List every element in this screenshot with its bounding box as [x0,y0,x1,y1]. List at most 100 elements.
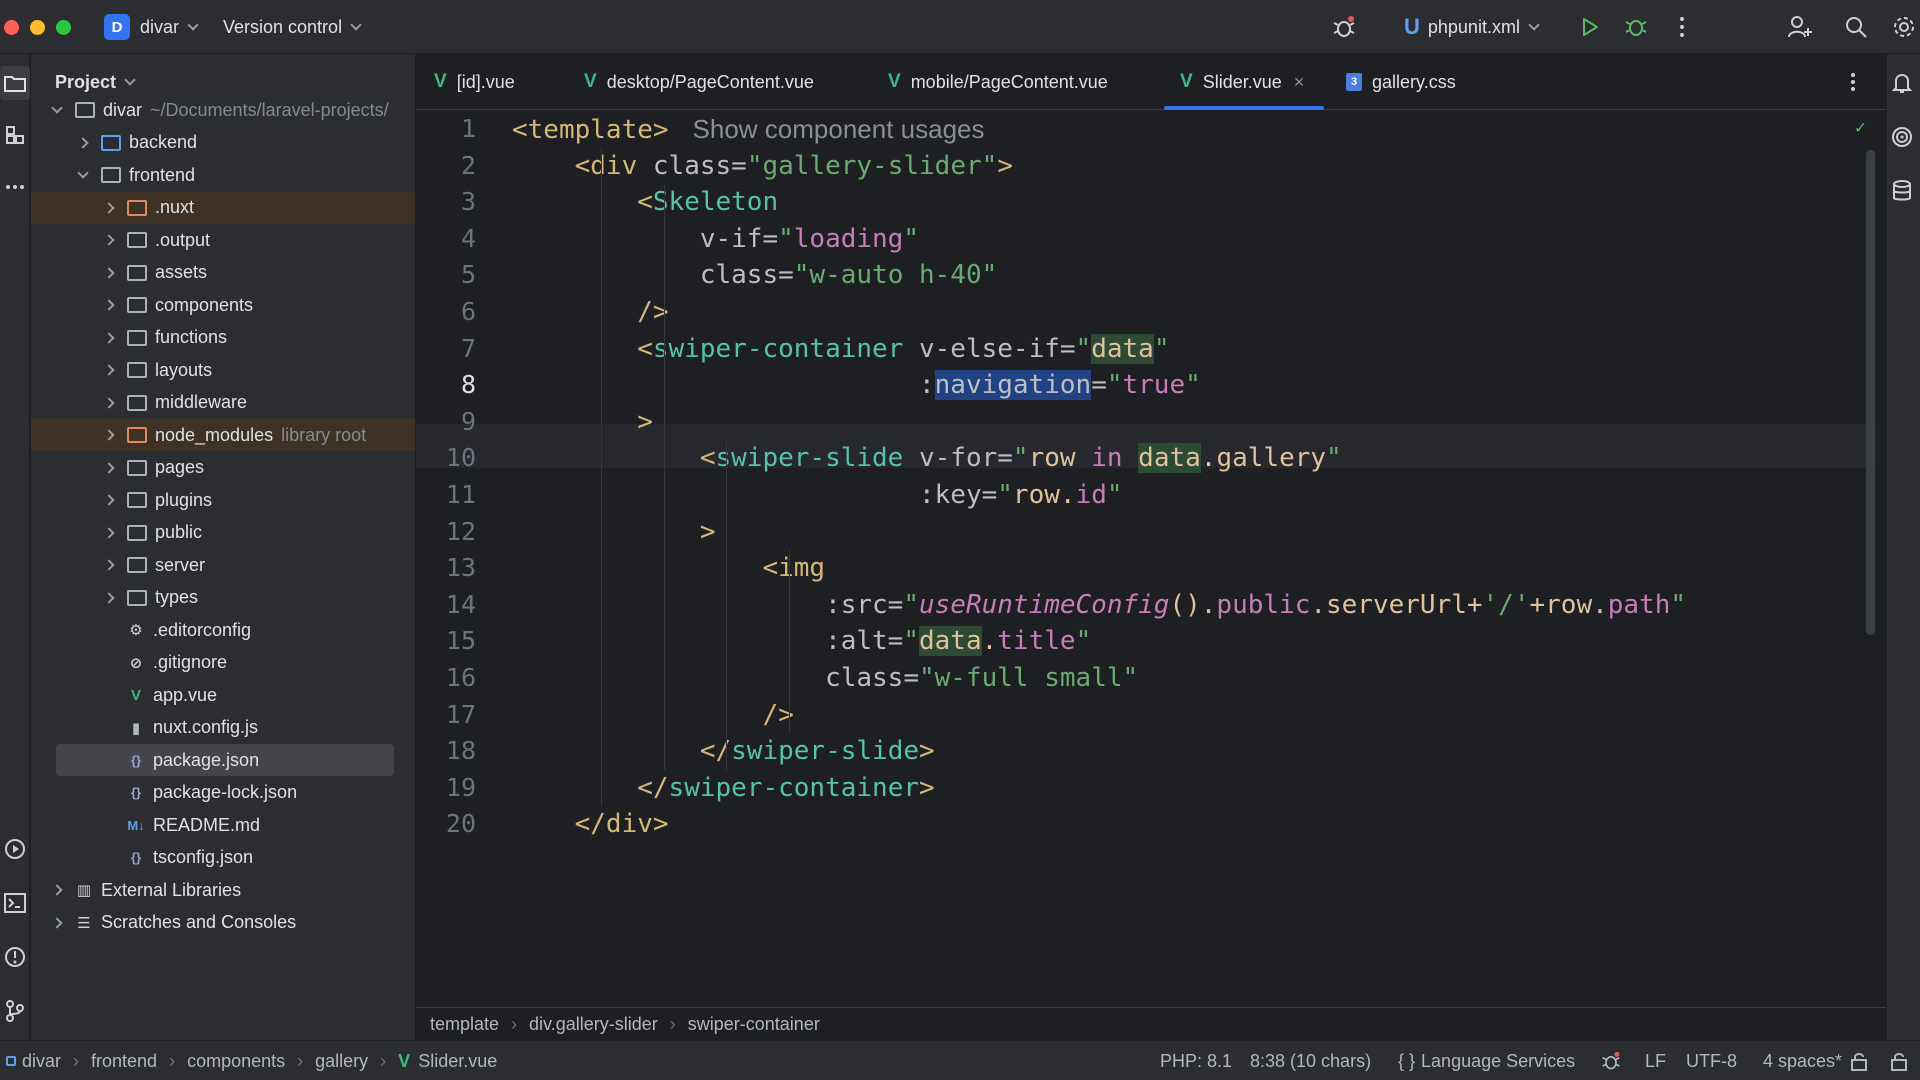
chevron-down-icon[interactable] [51,102,63,114]
tree-item[interactable]: ▥ External Libraries [31,874,415,906]
chevron-right-icon[interactable] [103,526,115,539]
close-window-button[interactable] [4,20,19,35]
project-switcher[interactable]: D divar [104,0,199,54]
status-bug-icon[interactable] [1601,1041,1621,1080]
tree-item[interactable]: functions [31,322,415,354]
run-tool-icon[interactable] [0,832,30,866]
code-line[interactable]: :alt="data.title" [512,623,1091,660]
settings-gear-icon[interactable] [1890,13,1918,41]
code-line[interactable]: :key="row.id" [512,477,1123,514]
project-tool-folder-icon[interactable] [0,66,30,100]
tree-item[interactable]: divar ~/Documents/laravel-projects/ [31,94,415,126]
tree-item[interactable]: .output [31,224,415,256]
language-services[interactable]: { } Language Services [1398,1041,1575,1080]
tree-item[interactable]: {} tsconfig.json [31,842,415,874]
project-panel-header[interactable]: Project [55,68,136,96]
git-branch-icon[interactable] [0,994,30,1028]
structure-icon[interactable] [0,118,30,152]
tree-item[interactable]: ⚙ .editorconfig [31,614,415,646]
chevron-right-icon[interactable] [103,299,115,311]
tree-item[interactable]: plugins [31,484,415,516]
tree-item[interactable]: components [31,289,415,321]
tree-item[interactable]: ⊘ .gitignore [31,647,415,679]
tree-item[interactable]: pages [31,452,415,484]
code-line[interactable]: v-if="loading" [512,221,919,258]
code-line[interactable]: > [512,404,653,441]
tree-item[interactable]: ☰ Scratches and Consoles [31,907,415,939]
chevron-right-icon[interactable] [103,559,115,571]
code-line[interactable]: <swiper-slide v-for="row in data.gallery… [512,440,1342,477]
nav-gallery[interactable]: gallery [315,1051,368,1072]
tree-item[interactable]: assets [31,257,415,289]
code-line[interactable]: /> [512,294,668,331]
tree-item[interactable]: ▮ nuxt.config.js [31,712,415,744]
more-vertical-icon[interactable] [1668,13,1696,41]
nav-components[interactable]: components [187,1051,285,1072]
tree-item[interactable]: types [31,582,415,614]
indent-setting[interactable]: 4 spaces* [1763,1041,1842,1080]
close-tab-icon[interactable]: × [1294,72,1305,93]
nav-frontend[interactable]: frontend [91,1051,157,1072]
status-unlock-icon[interactable] [1850,1041,1868,1080]
nav-divar[interactable]: divar [22,1051,61,1072]
tab-gallery-css[interactable]: 3 gallery.css [1346,54,1456,110]
more-tools-icon[interactable] [0,170,30,204]
chevron-right-icon[interactable] [103,201,115,214]
tab-id-vue[interactable]: V [id].vue [434,54,515,110]
chevron-right-icon[interactable] [51,884,63,896]
code-line[interactable]: <div class="gallery-slider"> [512,148,1013,185]
run-icon[interactable] [1576,13,1604,41]
notifications-bell-icon[interactable] [1887,66,1917,100]
add-user-icon[interactable] [1786,13,1814,41]
chevron-right-icon[interactable] [51,916,63,929]
tree-item[interactable]: server [31,549,415,581]
code-line[interactable]: <template> Show component usages [512,111,985,149]
chevron-right-icon[interactable] [77,136,89,149]
tree-item[interactable]: Vapp.vue [31,679,415,711]
breadcrumb-swiper-container[interactable]: swiper-container [688,1014,820,1035]
zoom-window-button[interactable] [56,20,71,35]
vcs-menu[interactable]: Version control [223,0,362,54]
chevron-down-icon[interactable] [77,167,89,179]
code-line[interactable]: :navigation="true" [512,367,1201,404]
breadcrumb-div-gallery-slider[interactable]: div.gallery-slider [529,1014,658,1035]
chevron-right-icon[interactable] [103,234,115,246]
php-version[interactable]: PHP: 8.1 [1160,1041,1232,1080]
component-usages-hint[interactable]: Show component usages [693,114,985,144]
terminal-icon[interactable] [0,886,30,920]
tree-item[interactable]: frontend [31,159,415,191]
bug-alert-icon[interactable] [1330,13,1358,41]
tree-item[interactable]: M↓ README.md [31,809,415,841]
chevron-right-icon[interactable] [103,331,115,344]
tree-item[interactable]: {} package-lock.json [31,777,415,809]
debug-icon[interactable] [1622,13,1650,41]
tree-item[interactable]: {} package.json [31,744,415,776]
minimize-window-button[interactable] [30,20,45,35]
run-config-selector[interactable]: U phpunit.xml [1404,0,1540,54]
code-line[interactable]: </swiper-container> [512,770,934,807]
code-line[interactable]: :src="useRuntimeConfig().public.serverUr… [512,587,1686,624]
chevron-right-icon[interactable] [103,364,115,376]
ai-assistant-icon[interactable] [1887,120,1917,154]
code-line[interactable]: <img [512,550,825,587]
code-line[interactable]: class="w-full small" [512,660,1138,697]
file-encoding[interactable]: UTF-8 [1686,1041,1737,1080]
code-line[interactable]: </div> [512,806,669,843]
chevron-right-icon[interactable] [103,461,115,474]
database-icon[interactable] [1887,174,1917,208]
tab-mobile-pagecontent[interactable]: V mobile/PageContent.vue [888,54,1108,110]
code-line[interactable]: > [512,514,716,551]
breadcrumb-template[interactable]: template [430,1014,499,1035]
tab-slider-vue[interactable]: V Slider.vue × [1163,54,1325,110]
code-line[interactable]: <Skeleton [512,184,778,221]
nav-slider-vue[interactable]: Slider.vue [418,1051,497,1072]
code-line[interactable]: </swiper-slide> [512,733,935,770]
search-icon[interactable] [1842,13,1870,41]
tree-item[interactable]: middleware [31,387,415,419]
editor-vertical-scrollbar[interactable] [1866,150,1875,635]
tree-item[interactable]: public [31,517,415,549]
tree-item[interactable]: layouts [31,354,415,386]
readonly-lock-icon[interactable] [1890,1041,1908,1080]
chevron-right-icon[interactable] [103,494,115,506]
line-separator[interactable]: LF [1645,1041,1666,1080]
